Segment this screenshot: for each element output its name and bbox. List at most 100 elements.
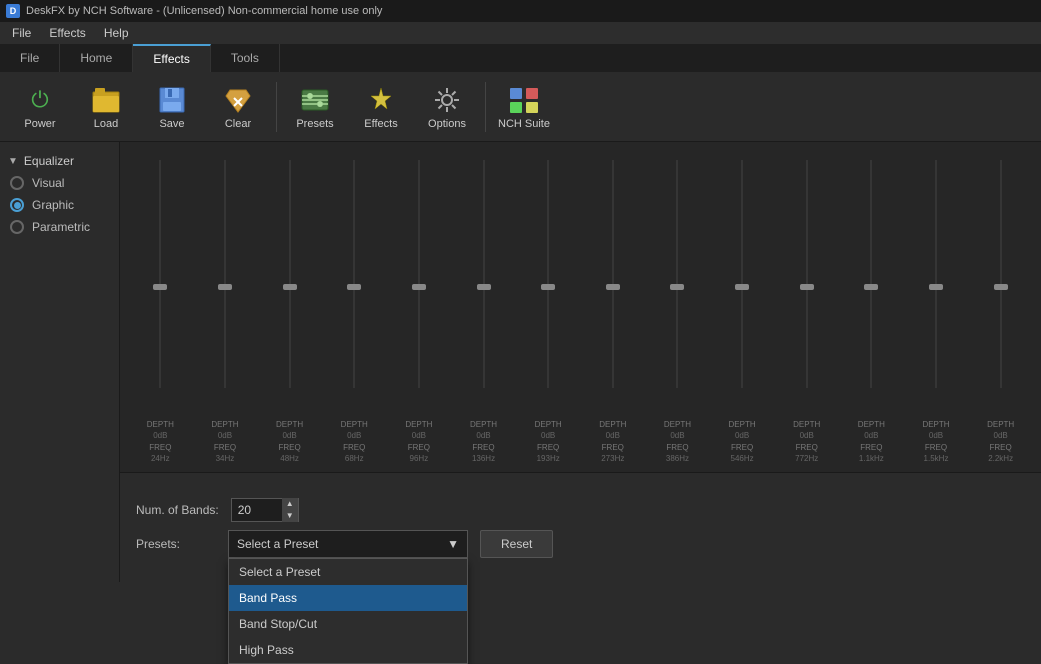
- slider-track-9: [710, 150, 775, 418]
- num-bands-input-container: ▲ ▼: [231, 498, 299, 522]
- presets-row: Presets: Select a Preset ▼ Select a Pres…: [136, 530, 1025, 558]
- preset-selected-text: Select a Preset: [237, 537, 318, 551]
- slider-handle-11[interactable]: [864, 284, 878, 290]
- slider-handle-3[interactable]: [347, 284, 361, 290]
- band-labels-7: DEPTH 0dB FREQ 273Hz: [599, 420, 626, 464]
- num-bands-input[interactable]: [232, 501, 282, 519]
- slider-handle-6[interactable]: [541, 284, 555, 290]
- option-graphic[interactable]: Graphic: [0, 194, 119, 216]
- effects-label: Effects: [364, 118, 397, 130]
- slider-handle-0[interactable]: [153, 284, 167, 290]
- band-labels-2: DEPTH 0dB FREQ 48Hz: [276, 420, 303, 464]
- tab-tools[interactable]: Tools: [211, 44, 280, 72]
- dropdown-item-band-stop-cut[interactable]: Band Stop/Cut: [229, 611, 467, 637]
- band-labels-13: DEPTH 0dB FREQ 2.2kHz: [987, 420, 1014, 464]
- slider-handle-13[interactable]: [994, 284, 1008, 290]
- eq-band-5: DEPTH 0dB FREQ 136Hz: [451, 150, 516, 464]
- power-icon: ⏻: [24, 84, 56, 116]
- reset-button[interactable]: Reset: [480, 530, 553, 558]
- menu-effects[interactable]: Effects: [41, 24, 93, 42]
- eq-band-3: DEPTH 0dB FREQ 68Hz: [322, 150, 387, 464]
- band-labels-6: DEPTH 0dB FREQ 193Hz: [535, 420, 562, 464]
- option-visual[interactable]: Visual: [0, 172, 119, 194]
- toolbar-sep-1: [276, 82, 277, 132]
- slider-track-7: [580, 150, 645, 418]
- band-labels-5: DEPTH 0dB FREQ 136Hz: [470, 420, 497, 464]
- clear-button[interactable]: Clear: [206, 77, 270, 137]
- preset-select-button[interactable]: Select a Preset ▼: [228, 530, 468, 558]
- eq-bands-container: DEPTH 0dB FREQ 24Hz DEPTH 0dB FREQ 34Hz: [128, 150, 1033, 464]
- eq-band-9: DEPTH 0dB FREQ 546Hz: [710, 150, 775, 464]
- nch-suite-button[interactable]: NCH Suite: [492, 77, 556, 137]
- save-icon: [156, 84, 188, 116]
- slider-handle-5[interactable]: [477, 284, 491, 290]
- vertical-line-8: [677, 160, 678, 388]
- vertical-line-5: [483, 160, 484, 388]
- eq-band-12: DEPTH 0dB FREQ 1.5kHz: [904, 150, 969, 464]
- num-bands-spinner: ▲ ▼: [282, 498, 298, 522]
- save-label: Save: [159, 118, 184, 130]
- vertical-line-7: [612, 160, 613, 388]
- band-labels-1: DEPTH 0dB FREQ 34Hz: [211, 420, 238, 464]
- collapse-triangle[interactable]: ▼: [8, 156, 18, 167]
- menu-help[interactable]: Help: [96, 24, 137, 42]
- band-labels-9: DEPTH 0dB FREQ 546Hz: [729, 420, 756, 464]
- power-button[interactable]: ⏻ Power: [8, 77, 72, 137]
- effects-button[interactable]: Effects: [349, 77, 413, 137]
- save-button[interactable]: Save: [140, 77, 204, 137]
- band-labels-4: DEPTH 0dB FREQ 96Hz: [405, 420, 432, 464]
- dropdown-arrow-icon: ▼: [447, 537, 459, 551]
- eq-band-0: DEPTH 0dB FREQ 24Hz: [128, 150, 193, 464]
- vertical-line-9: [742, 160, 743, 388]
- nch-suite-icon: [508, 84, 540, 116]
- radio-visual: [10, 176, 24, 190]
- presets-button[interactable]: Presets: [283, 77, 347, 137]
- dropdown-item-high-pass[interactable]: High Pass: [229, 637, 467, 663]
- section-header-equalizer: ▼ Equalizer: [0, 150, 119, 172]
- eq-band-4: DEPTH 0dB FREQ 96Hz: [387, 150, 452, 464]
- slider-handle-7[interactable]: [606, 284, 620, 290]
- preset-container: Select a Preset ▼ Select a Preset Band P…: [228, 530, 553, 558]
- options-button[interactable]: Options: [415, 77, 479, 137]
- slider-track-0: [128, 150, 193, 418]
- nch-suite-label: NCH Suite: [498, 118, 550, 130]
- tab-effects[interactable]: Effects: [133, 44, 210, 72]
- presets-label: Presets: [296, 118, 333, 130]
- slider-handle-9[interactable]: [735, 284, 749, 290]
- options-label: Options: [428, 118, 466, 130]
- tab-home[interactable]: Home: [60, 44, 133, 72]
- slider-handle-4[interactable]: [412, 284, 426, 290]
- slider-track-1: [193, 150, 258, 418]
- slider-track-13: [968, 150, 1033, 418]
- title-text: DeskFX by NCH Software - (Unlicensed) No…: [26, 5, 382, 17]
- num-bands-label: Num. of Bands:: [136, 503, 219, 517]
- menu-file[interactable]: File: [4, 24, 39, 42]
- num-bands-up[interactable]: ▲: [282, 498, 298, 510]
- slider-track-12: [904, 150, 969, 418]
- dropdown-item-band-pass[interactable]: Band Pass: [229, 585, 467, 611]
- option-parametric-label: Parametric: [32, 220, 90, 234]
- tab-file[interactable]: File: [0, 44, 60, 72]
- option-graphic-label: Graphic: [32, 198, 74, 212]
- slider-handle-8[interactable]: [670, 284, 684, 290]
- slider-handle-2[interactable]: [283, 284, 297, 290]
- slider-track-2: [257, 150, 322, 418]
- load-label: Load: [94, 118, 118, 130]
- slider-handle-1[interactable]: [218, 284, 232, 290]
- slider-handle-12[interactable]: [929, 284, 943, 290]
- slider-handle-10[interactable]: [800, 284, 814, 290]
- bottom-panel: Num. of Bands: ▲ ▼ Presets: Select a Pre…: [120, 472, 1041, 582]
- eq-band-13: DEPTH 0dB FREQ 2.2kHz: [968, 150, 1033, 464]
- option-parametric[interactable]: Parametric: [0, 216, 119, 238]
- vertical-line-4: [418, 160, 419, 388]
- load-button[interactable]: Load: [74, 77, 138, 137]
- radio-parametric: [10, 220, 24, 234]
- eq-band-11: DEPTH 0dB FREQ 1.1kHz: [839, 150, 904, 464]
- vertical-line-10: [806, 160, 807, 388]
- num-bands-down[interactable]: ▼: [282, 510, 298, 522]
- band-labels-11: DEPTH 0dB FREQ 1.1kHz: [858, 420, 885, 464]
- vertical-line-1: [224, 160, 225, 388]
- band-labels-8: DEPTH 0dB FREQ 386Hz: [664, 420, 691, 464]
- dropdown-item-select-preset[interactable]: Select a Preset: [229, 559, 467, 585]
- vertical-line-13: [1000, 160, 1001, 388]
